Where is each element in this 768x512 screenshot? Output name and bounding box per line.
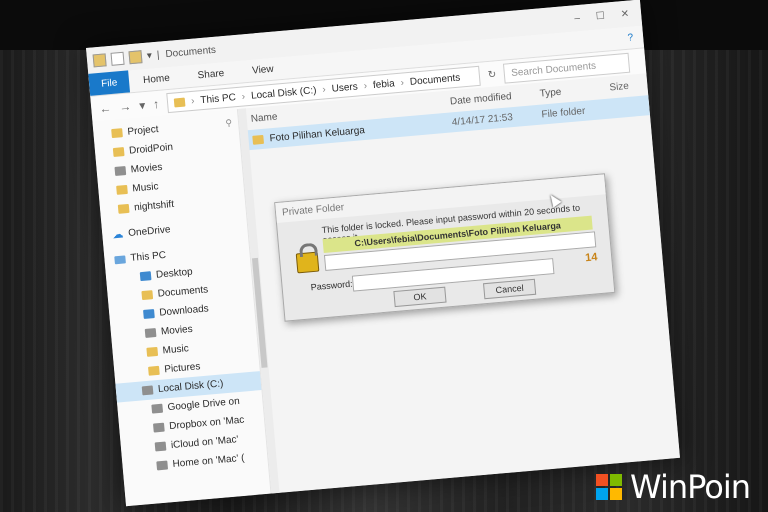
music-folder-icon <box>116 184 128 195</box>
sidebar-item-label: Pictures <box>163 361 201 376</box>
recent-locations-icon[interactable]: ▾ <box>139 98 146 112</box>
search-placeholder: Search Documents <box>510 60 597 79</box>
file-name: Foto Pilihan Keluarga <box>269 124 366 144</box>
crumb-local-disk[interactable]: Local Disk (C:) <box>251 85 317 102</box>
maximize-button[interactable]: ☐ <box>595 10 605 22</box>
pictures-icon <box>148 365 160 376</box>
watermark-text: WinPoin <box>630 468 751 506</box>
sidebar-item-label: DroidPoin <box>128 141 174 157</box>
password-label: Password: <box>310 278 354 293</box>
title-separator: | <box>156 49 160 61</box>
explorer-body: Project ⚲ DroidPoin Movies Music nightshi… <box>92 73 680 507</box>
private-folder-dialog: Private Folder This folder is locked. Pl… <box>274 173 616 322</box>
sidebar-item-label: Documents <box>157 284 209 300</box>
ok-button[interactable]: OK <box>393 286 447 308</box>
close-button[interactable]: ✕ <box>620 8 629 20</box>
folder-icon <box>111 128 123 139</box>
download-icon <box>143 309 155 319</box>
cancel-button[interactable]: Cancel <box>483 278 537 300</box>
sidebar-item-label: Desktop <box>155 266 194 281</box>
sidebar-item-label: Music <box>131 181 159 195</box>
up-arrow-icon[interactable]: ↑ <box>153 97 160 111</box>
sidebar-item-label: nightshift <box>133 198 175 214</box>
file-list-pane: Name Date modified Type Size Foto Piliha… <box>237 73 680 494</box>
window-controls: – ☐ ✕ <box>574 7 642 24</box>
sidebar-item-label: Home on 'Mac' ( <box>172 452 246 471</box>
computer-icon <box>114 254 126 264</box>
sidebar-item-label: Downloads <box>158 303 210 319</box>
column-header-type[interactable]: Type <box>539 82 610 99</box>
crumb-documents[interactable]: Documents <box>409 72 460 87</box>
cloud-icon: ☁ <box>111 228 124 242</box>
refresh-icon[interactable]: ↻ <box>487 69 496 81</box>
chevron-down-icon[interactable]: ▾ <box>146 50 152 61</box>
tab-share[interactable]: Share <box>183 66 238 82</box>
network-drive-icon <box>151 403 164 414</box>
pin-icon[interactable]: ⚲ <box>225 118 233 130</box>
window-title: Documents <box>164 44 217 60</box>
tab-view[interactable]: View <box>238 62 288 77</box>
video-folder-icon <box>144 327 157 338</box>
crumb-users[interactable]: Users <box>331 81 358 94</box>
column-header-size[interactable]: Size <box>609 80 629 93</box>
chevron-right-icon: › <box>321 83 327 96</box>
file-date: 4/14/17 21:53 <box>451 111 514 128</box>
folder-icon <box>252 134 264 145</box>
tab-home[interactable]: Home <box>129 71 184 87</box>
sidebar-item-label: This PC <box>130 249 167 264</box>
documents-icon <box>141 290 154 301</box>
file-type: File folder <box>541 105 586 121</box>
new-folder-icon[interactable] <box>128 49 143 64</box>
chevron-right-icon: › <box>400 76 405 89</box>
folder-icon <box>173 97 186 108</box>
folder-icon <box>117 203 130 214</box>
sidebar-item-label: Project <box>127 124 159 138</box>
tab-file[interactable]: File <box>88 70 131 96</box>
sidebar-item-label: iCloud on 'Mac' <box>170 434 239 452</box>
sidebar-item-label: Music <box>162 343 190 357</box>
chevron-right-icon: › <box>241 90 246 103</box>
crumb-febia[interactable]: febia <box>373 78 396 91</box>
explorer-window: ▾ | Documents – ☐ ✕ File Home Share View… <box>86 0 680 507</box>
help-icon[interactable]: ? <box>627 31 643 43</box>
music-folder-icon <box>146 346 159 357</box>
quick-access-toolbar: ▾ | <box>92 48 161 67</box>
sidebar-item-label: Dropbox on 'Mac <box>168 414 245 433</box>
winpoin-watermark: WinPoin <box>596 468 751 506</box>
sidebar-item-label: Google Drive on <box>167 395 241 414</box>
sidebar-item-label: Movies <box>130 161 163 176</box>
network-drive-icon <box>152 422 165 433</box>
network-drive-icon <box>156 460 169 471</box>
chevron-right-icon: › <box>363 80 368 92</box>
countdown-timer: 14 <box>584 251 598 265</box>
forward-arrow-icon[interactable]: → <box>119 99 132 114</box>
desktop-icon <box>139 271 152 282</box>
back-arrow-icon[interactable]: ← <box>99 101 112 116</box>
network-drive-icon <box>154 441 167 452</box>
chevron-right-icon: › <box>190 95 195 107</box>
sidebar-item-label: OneDrive <box>127 224 171 239</box>
folder-icon[interactable] <box>92 52 107 67</box>
minimize-button[interactable]: – <box>574 12 581 23</box>
drive-icon <box>141 385 154 396</box>
folder-icon <box>112 147 125 158</box>
sidebar-item-label: Local Disk (C:) <box>157 378 224 395</box>
column-header-date[interactable]: Date modified <box>450 88 541 107</box>
sidebar-item-label: Movies <box>160 323 194 338</box>
video-folder-icon <box>114 166 127 176</box>
crumb-this-pc[interactable]: This PC <box>200 92 236 106</box>
lock-icon <box>295 251 320 274</box>
properties-icon[interactable] <box>110 51 125 66</box>
windows-logo-icon <box>596 474 622 500</box>
